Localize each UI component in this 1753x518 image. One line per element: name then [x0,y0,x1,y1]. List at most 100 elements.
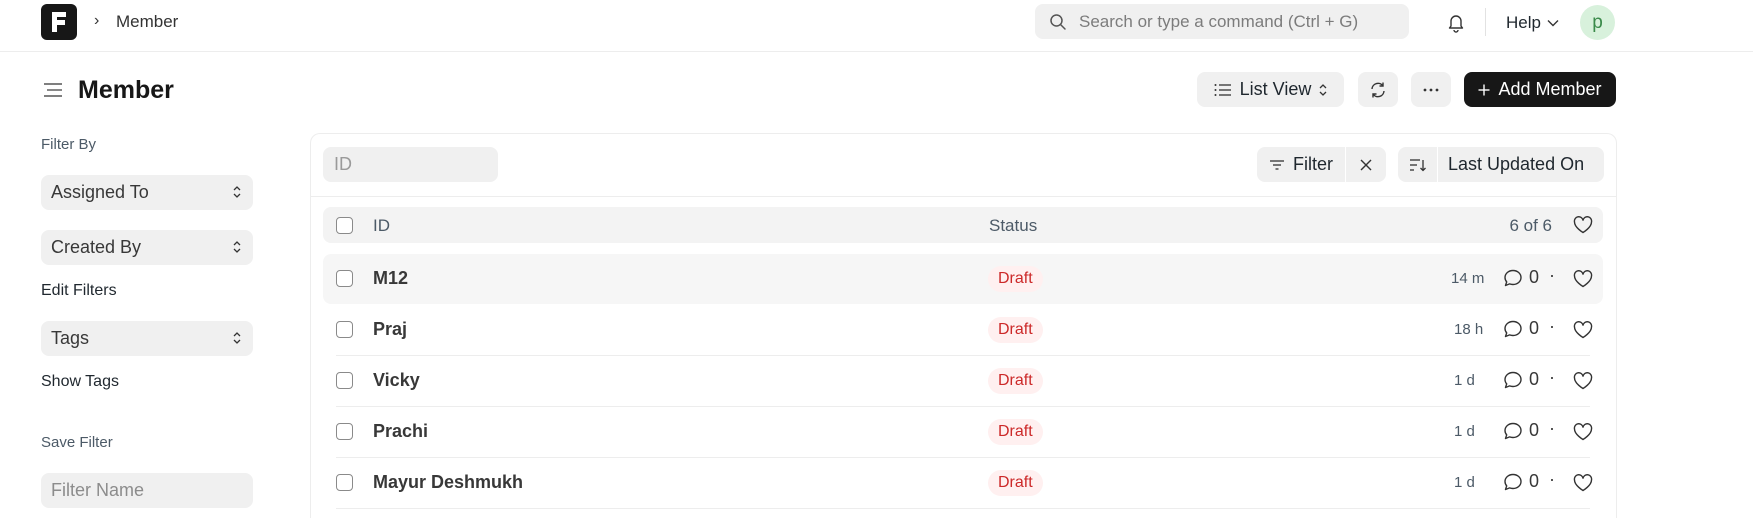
comment-icon [1504,371,1522,389]
sort-group: Last Updated On [1398,147,1604,182]
select-arrows-icon [233,332,241,344]
comment-icon [1504,473,1522,491]
clear-filter-button[interactable] [1346,147,1386,182]
tags-select[interactable]: Tags [41,321,253,356]
comment-count: 0 [1529,471,1540,491]
filter-icon [1270,159,1284,170]
heart-icon[interactable] [1573,321,1593,339]
status-badge: Draft [988,266,1043,292]
status-badge: Draft [988,317,1043,343]
filter-label: Filter [1293,154,1333,174]
heart-icon[interactable] [1573,474,1593,492]
filter-by-label: Filter By [41,136,97,153]
close-icon [1360,159,1372,170]
separator-dot: · [1549,418,1555,438]
separator-dot: · [1549,265,1555,285]
comment-count: 0 [1529,267,1540,287]
filter-group: Filter [1257,147,1386,182]
sidebar-toggle-icon[interactable] [43,80,63,100]
add-member-button[interactable]: Add Member [1464,72,1616,107]
refresh-button[interactable] [1358,72,1398,107]
app-logo[interactable] [41,4,77,40]
heart-icon[interactable] [1573,216,1593,234]
list-header: ID Status 6 of 6 [323,207,1603,243]
separator-dot: · [1549,316,1555,336]
chevron-down-icon [1547,20,1559,27]
select-all-checkbox[interactable] [336,217,353,234]
top-navbar: › Member Help p [0,0,1753,52]
assigned-to-label: Assigned To [51,182,149,202]
filter-button[interactable]: Filter [1257,147,1346,182]
plus-icon [1478,84,1490,95]
modified-time: 14 m [1451,270,1485,287]
assigned-to-select[interactable]: Assigned To [41,175,253,210]
sort-order-button[interactable] [1398,147,1438,182]
modified-time: 1 d [1454,474,1475,491]
separator-dot: · [1549,469,1555,489]
heart-icon[interactable] [1573,270,1593,288]
page-title: Member [78,76,174,104]
row-id[interactable]: Praj [373,319,407,340]
row-id[interactable]: Prachi [373,421,428,442]
show-tags-link[interactable]: Show Tags [41,373,119,391]
notification-bell-icon[interactable] [1445,11,1467,33]
help-dropdown[interactable]: Help [1506,13,1559,33]
created-by-label: Created By [51,237,142,257]
heart-icon[interactable] [1573,423,1593,441]
id-filter-input[interactable] [323,147,498,182]
sort-descending-icon [1409,158,1426,171]
status-badge: Draft [988,368,1043,394]
navbar-divider [1485,8,1486,36]
sort-by-button[interactable]: Last Updated On [1438,154,1584,175]
column-header-id[interactable]: ID [373,216,390,236]
avatar[interactable]: p [1580,5,1615,40]
select-arrows-icon [233,186,241,198]
breadcrumb-chevron-icon: › [94,12,100,29]
refresh-icon [1371,82,1385,97]
list-row[interactable]: Prachi Draft 1 d 0 · [323,407,1603,457]
comment-icon [1504,320,1522,338]
tags-label: Tags [51,328,90,348]
list-view-label: List View [1239,79,1312,99]
add-member-label: Add Member [1498,79,1602,99]
select-arrows-icon [1319,83,1327,96]
list-row[interactable]: Vicky Draft 1 d 0 · [323,356,1603,406]
row-id[interactable]: Mayur Deshmukh [373,472,523,493]
row-checkbox[interactable] [336,321,353,338]
row-id[interactable]: M12 [373,268,408,289]
status-badge: Draft [988,419,1043,445]
row-divider [336,508,1590,509]
row-checkbox[interactable] [336,372,353,389]
more-options-button[interactable] [1411,72,1451,107]
separator-dot: · [1549,367,1555,387]
list-icon [1214,83,1231,96]
row-id[interactable]: Vicky [373,370,420,391]
search-icon [1050,13,1066,30]
created-by-select[interactable]: Created By [41,230,253,265]
list-view-button[interactable]: List View [1197,72,1344,107]
modified-time: 1 d [1454,423,1475,440]
toolbar-divider [311,196,1616,197]
list-row[interactable]: M12 Draft 14 m 0 · [323,254,1603,304]
row-checkbox[interactable] [336,270,353,287]
list-row[interactable]: Mayur Deshmukh Draft 1 d 0 · [323,458,1603,508]
select-arrows-icon [233,241,241,253]
comment-count: 0 [1529,318,1540,338]
more-horizontal-icon [1423,88,1439,91]
comment-count: 0 [1529,420,1540,440]
filter-name-input[interactable] [41,473,253,508]
search-bar[interactable] [1035,4,1409,39]
row-checkbox[interactable] [336,423,353,440]
comment-icon [1504,422,1522,440]
search-input[interactable] [1079,11,1399,32]
comment-count: 0 [1529,369,1540,389]
column-header-status[interactable]: Status [989,216,1037,236]
breadcrumb-member[interactable]: Member [116,12,178,32]
edit-filters-link[interactable]: Edit Filters [41,282,117,300]
list-row[interactable]: Praj Draft 18 h 0 · [323,305,1603,355]
help-label: Help [1506,13,1541,32]
modified-time: 18 h [1454,321,1484,338]
record-count: 6 of 6 [1509,216,1552,235]
heart-icon[interactable] [1573,372,1593,390]
row-checkbox[interactable] [336,474,353,491]
